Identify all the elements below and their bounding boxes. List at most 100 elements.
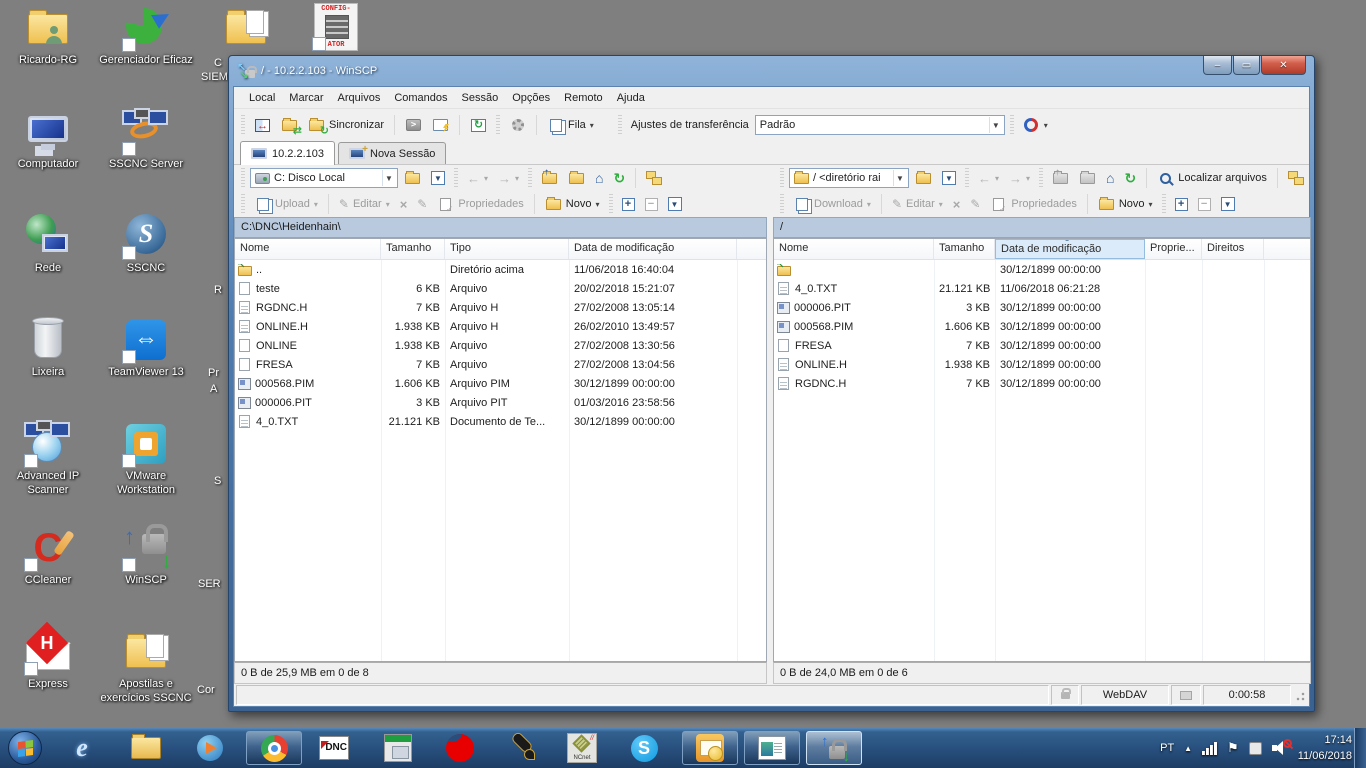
table-row[interactable]: 000006.PIT 3 KB Arquivo PIT 01/03/2016 2… — [235, 393, 766, 412]
table-row[interactable]: 000568.PIM 1.606 KB Arquivo PIM 30/12/18… — [235, 374, 766, 393]
column-header[interactable]: Data de modificação — [995, 239, 1145, 259]
column-header[interactable]: Tamanho — [381, 239, 445, 259]
table-row[interactable]: RGDNC.H 7 KB Arquivo H 27/02/2008 13:05:… — [235, 298, 766, 317]
desktop-icon-sscnc-server[interactable]: SSCNC Server — [98, 108, 194, 212]
remote-forward-button[interactable]: →▾ — [1005, 167, 1034, 189]
column-header[interactable]: Nome — [774, 239, 934, 259]
toolbar-grip[interactable] — [965, 168, 969, 188]
remote-unselect-button[interactable]: − — [1194, 193, 1215, 215]
language-indicator[interactable]: PT — [1160, 742, 1174, 754]
toolbar-grip[interactable] — [241, 115, 245, 135]
toolbar-grip[interactable] — [454, 168, 458, 188]
column-header[interactable]: Tipo — [445, 239, 569, 259]
taskbar-red-app[interactable] — [440, 732, 480, 764]
transfer-settings-combo[interactable]: Padrão ▼ — [755, 115, 1005, 135]
start-button[interactable] — [8, 731, 42, 765]
local-new-button[interactable]: Novo▾ — [541, 193, 604, 215]
taskbar-skype[interactable]: S — [624, 732, 664, 764]
desktop-icon-rede[interactable]: Rede — [2, 212, 94, 316]
remote-new-button[interactable]: Novo▾ — [1094, 193, 1157, 215]
maximize-button[interactable]: ▭ — [1233, 56, 1260, 75]
taskbar-heidenhain[interactable] — [378, 732, 418, 764]
upload-button[interactable]: Upload▾ — [250, 193, 322, 215]
queue-button[interactable]: Fila▾ — [543, 114, 598, 136]
hidden-icons-chevron[interactable]: ▲ — [1184, 744, 1192, 753]
taskbar-tools-app[interactable] — [502, 732, 542, 764]
desktop-icon-lixeira[interactable]: Lixeira — [2, 316, 94, 420]
desktop-icon-advanced-ip-scanner[interactable]: Advanced IP Scanner — [2, 420, 94, 524]
local-tree-button[interactable] — [642, 167, 666, 189]
desktop-icon-ricardo-rg[interactable]: Ricardo-RG — [2, 4, 94, 108]
table-row[interactable]: ONLINE.H 1.938 KB 30/12/1899 00:00:00 — [774, 355, 1310, 374]
local-path-bar[interactable]: C:\DNC\Heidenhain\ — [234, 217, 767, 238]
menu-item[interactable]: Comandos — [387, 89, 454, 107]
table-row[interactable]: 000006.PIT 3 KB 30/12/1899 00:00:00 — [774, 298, 1310, 317]
network-signal-icon[interactable] — [1202, 742, 1217, 755]
local-parent-directory-button[interactable]: ↑ — [537, 167, 562, 189]
local-select-button[interactable]: + — [618, 193, 639, 215]
tray-app-icon[interactable] — [1249, 742, 1262, 755]
transfer-options-button[interactable]: ▾ — [1019, 114, 1052, 136]
toolbar-grip[interactable] — [780, 194, 784, 214]
remote-open-directory-button[interactable] — [911, 167, 936, 189]
column-header[interactable]: Direitos — [1202, 239, 1264, 259]
local-drive-combo[interactable]: C: Disco Local ▼ — [250, 168, 398, 188]
menu-item[interactable]: Marcar — [282, 89, 330, 107]
compare-panels-button[interactable] — [250, 114, 275, 136]
column-header[interactable]: Proprie... — [1145, 239, 1202, 259]
menu-item[interactable]: Opções — [505, 89, 557, 107]
toolbar-grip[interactable] — [1010, 115, 1014, 135]
toolbar-grip[interactable] — [496, 115, 500, 135]
toolbar-grip[interactable] — [528, 168, 532, 188]
synchronize-browsing-button[interactable]: ⇄ — [277, 114, 302, 136]
volume-muted-icon[interactable] — [1272, 741, 1288, 755]
open-console-button[interactable]: > — [401, 114, 426, 136]
menu-item[interactable]: Remoto — [557, 89, 610, 107]
remote-properties-button[interactable]: Propriedades — [986, 193, 1080, 215]
local-unselect-button[interactable]: − — [641, 193, 662, 215]
toolbar-grip[interactable] — [241, 194, 245, 214]
taskbar-ncnet[interactable]: //NCnet — [562, 732, 602, 764]
taskbar-chrome[interactable] — [246, 731, 302, 765]
remote-back-button[interactable]: ←▾ — [974, 167, 1003, 189]
menu-item[interactable]: Arquivos — [331, 89, 388, 107]
local-filter-button[interactable]: ▼ — [427, 167, 449, 189]
table-row[interactable]: teste 6 KB Arquivo 20/02/2018 15:21:07 — [235, 279, 766, 298]
table-row[interactable]: ONLINE.H 1.938 KB Arquivo H 26/02/2010 1… — [235, 317, 766, 336]
refresh-session-button[interactable]: ↻ — [466, 114, 491, 136]
column-header[interactable]: Tamanho — [934, 239, 995, 259]
desktop-icon-vmware[interactable]: VMware Workstation — [98, 420, 194, 524]
taskbar-image-viewer[interactable] — [744, 731, 800, 765]
remote-refresh-button[interactable]: ↻ — [1121, 167, 1141, 189]
close-button[interactable]: ✕ — [1261, 56, 1306, 75]
desktop-icon-apostilas[interactable]: Apostilas e exercícios SSCNC — [98, 628, 194, 732]
local-selection-filter-button[interactable]: ▼ — [664, 193, 686, 215]
resize-grip[interactable] — [1293, 685, 1307, 705]
taskbar-clock[interactable]: 17:14 11/06/2018 — [1298, 732, 1352, 765]
local-delete-button[interactable]: × — [396, 193, 412, 215]
tab-session-10-2-2-103[interactable]: 10.2.2.103 — [240, 141, 335, 165]
table-row[interactable]: ONLINE 1.938 KB Arquivo 27/02/2008 13:30… — [235, 336, 766, 355]
toolbar-grip[interactable] — [618, 115, 622, 135]
preferences-button[interactable] — [505, 114, 530, 136]
remote-filter-button[interactable]: ▼ — [938, 167, 960, 189]
remote-tree-button[interactable] — [1284, 167, 1308, 189]
toolbar-grip[interactable] — [1039, 168, 1043, 188]
remote-select-button[interactable]: + — [1171, 193, 1192, 215]
table-row[interactable]: .. Diretório acima 11/06/2018 16:40:04 — [235, 260, 766, 279]
table-row[interactable]: 4_0.TXT 21.121 KB Documento de Te... 30/… — [235, 412, 766, 431]
table-row[interactable]: 000568.PIM 1.606 KB 30/12/1899 00:00:00 — [774, 317, 1310, 336]
local-edit-button[interactable]: ✎Editar▾ — [335, 193, 394, 215]
title-bar[interactable]: ↖↘ / - 10.2.2.103 - WinSCP — [229, 56, 1314, 86]
taskbar-outlook[interactable] — [682, 731, 738, 765]
table-row[interactable]: FRESA 7 KB 30/12/1899 00:00:00 — [774, 336, 1310, 355]
table-row[interactable]: RGDNC.H 7 KB 30/12/1899 00:00:00 — [774, 374, 1310, 393]
toolbar-grip[interactable] — [241, 168, 245, 188]
taskbar-internet-explorer[interactable]: e — [62, 732, 102, 764]
local-properties-button[interactable]: Propriedades — [433, 193, 527, 215]
remote-home-button[interactable]: ⌂ — [1102, 167, 1118, 189]
action-center-flag-icon[interactable]: ⚑ — [1227, 740, 1239, 756]
download-button[interactable]: Download▾ — [789, 193, 875, 215]
local-back-button[interactable]: ←▾ — [463, 167, 492, 189]
menu-item[interactable]: Sessão — [455, 89, 506, 107]
